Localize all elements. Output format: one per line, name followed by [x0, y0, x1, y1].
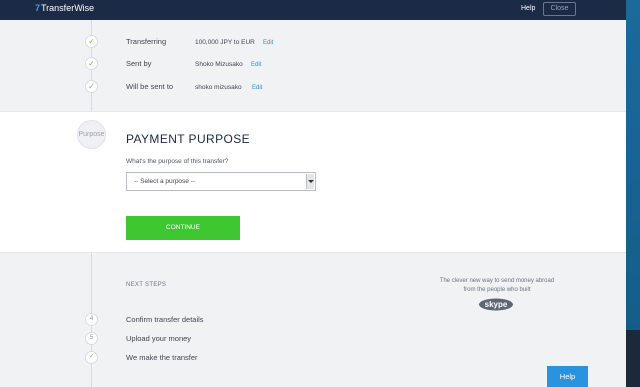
check-icon: ✓	[85, 351, 98, 364]
summary-value: Shoko Mizusako	[195, 61, 243, 68]
summary-value: 100,000 JPY to EUR	[195, 39, 255, 46]
next-step-item: ✓ We make the transfer	[0, 351, 626, 364]
chevron-down-icon[interactable]	[306, 174, 314, 189]
summary-label: Transferring	[126, 37, 167, 46]
edit-link[interactable]: Edit	[252, 85, 262, 91]
summary-label: Sent by	[126, 59, 152, 68]
continue-button[interactable]: CONTINUE	[126, 216, 240, 240]
skype-tagline-line-2: from the people who built	[463, 287, 531, 293]
check-icon: ✓	[85, 57, 98, 70]
transfer-page: 7 TransferWise Help Close ✓ Transferring…	[0, 0, 626, 387]
logo-mark-icon: 7	[35, 3, 41, 13]
desktop-background-strip	[626, 0, 640, 387]
next-step-item: 4 Confirm transfer details	[0, 313, 626, 326]
step-number: 5	[85, 332, 98, 345]
step-number: 4	[85, 313, 98, 326]
step-label: We make the transfer	[126, 353, 198, 362]
help-link[interactable]: Help	[521, 5, 535, 12]
page-title: PAYMENT PURPOSE	[126, 132, 251, 146]
purpose-select[interactable]: -- Select a purpose --	[126, 172, 316, 191]
skype-logo-icon: skype	[479, 298, 513, 311]
next-step-item: 5 Upload your money	[0, 332, 626, 345]
logo-text: TransferWise	[41, 3, 95, 13]
step-label: Confirm transfer details	[126, 315, 204, 324]
top-bar: 7 TransferWise Help Close	[0, 0, 626, 20]
check-icon: ✓	[85, 80, 98, 93]
summary-row-recipient: ✓ Will be sent to shoko mizusako Edit	[0, 80, 626, 94]
desktop-dark-area	[626, 330, 640, 387]
check-icon: ✓	[85, 35, 98, 48]
purpose-select-value: -- Select a purpose --	[134, 178, 196, 185]
summary-value: shoko mizusako	[195, 84, 242, 91]
summary-label: Will be sent to	[126, 82, 174, 91]
step-label: Upload your money	[126, 334, 192, 343]
skype-tagline: The clever new way to send money abroad …	[430, 277, 564, 295]
transferwise-logo[interactable]: 7 TransferWise	[35, 3, 94, 13]
close-button[interactable]: Close	[543, 2, 576, 16]
purpose-step-indicator: Purpose	[77, 120, 106, 149]
edit-link[interactable]: Edit	[263, 40, 273, 46]
purpose-question-label: What's the purpose of this transfer?	[126, 158, 229, 165]
skype-logo-text: skype	[485, 300, 508, 309]
summary-row-transferring: ✓ Transferring 100,000 JPY to EUR Edit	[0, 35, 626, 49]
next-steps-heading: NEXT STEPS	[126, 282, 167, 288]
edit-link[interactable]: Edit	[251, 62, 261, 68]
help-button[interactable]: Help	[547, 366, 588, 387]
skype-tagline-line-1: The clever new way to send money abroad	[439, 278, 555, 284]
summary-row-sent-by: ✓ Sent by Shoko Mizusako Edit	[0, 57, 626, 71]
